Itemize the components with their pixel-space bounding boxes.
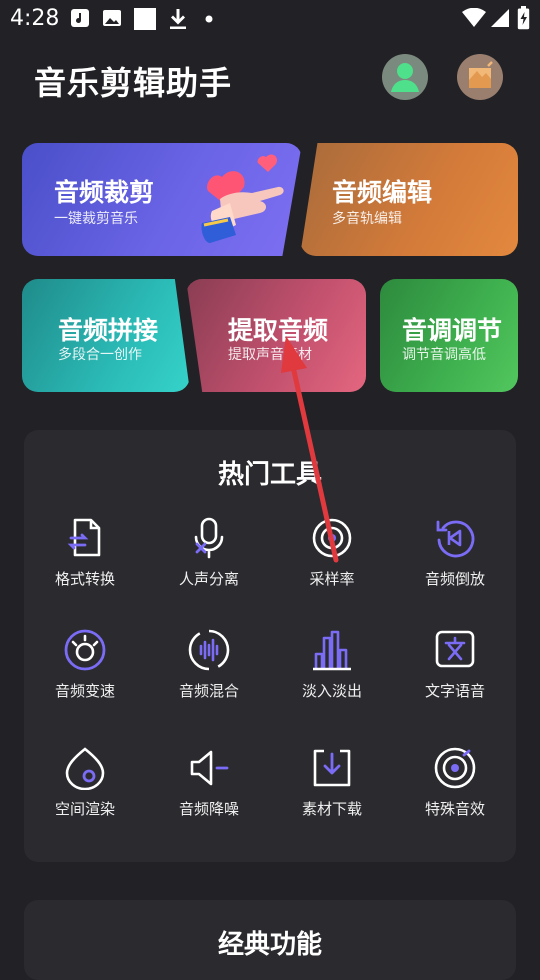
card-audio-trim[interactable]: 音频裁剪 一键裁剪音乐 xyxy=(22,143,302,256)
tool-spatial-render-label: 空间渲染 xyxy=(54,800,115,818)
text-to-speech-icon xyxy=(435,630,475,668)
tool-special-effects[interactable]: 特殊音效 xyxy=(395,746,515,846)
user-profile-button[interactable] xyxy=(382,54,428,100)
status-time: 4:28 xyxy=(10,6,60,31)
tool-denoise[interactable]: 音频降噪 xyxy=(149,746,269,846)
download-notification-icon xyxy=(170,9,186,29)
app-title: 音乐剪辑助手 xyxy=(34,64,233,102)
card-pitch-adjust-subtitle: 调节音调高低 xyxy=(402,347,486,363)
card-audio-edit-subtitle: 多音轨编辑 xyxy=(332,211,402,227)
card-audio-edit[interactable]: 音频编辑 多音轨编辑 xyxy=(300,143,518,256)
wifi-icon xyxy=(462,8,486,27)
card-extract-audio[interactable]: 提取音频 提取声音素材 xyxy=(186,279,366,392)
battery-charging-icon xyxy=(517,6,530,30)
download-icon xyxy=(313,749,351,787)
tool-fade[interactable]: 淡入淡出 xyxy=(272,628,392,728)
tool-fade-label: 淡入淡出 xyxy=(301,682,362,700)
card-audio-merge-title: 音频拼接 xyxy=(58,316,159,345)
denoise-icon xyxy=(190,750,229,786)
tool-vocal-separation[interactable]: 人声分离 xyxy=(149,516,269,616)
tool-spatial-render[interactable]: 空间渲染 xyxy=(25,746,145,846)
tool-audio-mix[interactable]: 音频混合 xyxy=(149,628,269,728)
fade-icon xyxy=(313,630,351,671)
card-extract-audio-subtitle: 提取声音素材 xyxy=(228,347,312,363)
tool-audio-speed-label: 音频变速 xyxy=(54,682,115,700)
tool-audio-reverse[interactable]: 音频倒放 xyxy=(395,516,515,616)
card-audio-trim-subtitle: 一键裁剪音乐 xyxy=(54,211,138,227)
card-audio-merge-subtitle: 多段合一创作 xyxy=(58,347,142,363)
tool-denoise-label: 音频降噪 xyxy=(178,800,239,818)
tool-sample-rate-label: 采样率 xyxy=(309,570,355,588)
tool-vocal-separation-label: 人声分离 xyxy=(178,570,239,588)
tool-material-download-label: 素材下载 xyxy=(301,800,362,818)
tool-audio-mix-label: 音频混合 xyxy=(178,682,239,700)
tool-sample-rate[interactable]: 采样率 xyxy=(272,516,392,616)
cellular-signal-icon xyxy=(491,9,509,27)
tool-format-convert[interactable]: 格式转换 xyxy=(25,516,145,616)
file-convert-icon xyxy=(67,518,101,557)
speed-icon xyxy=(64,629,106,671)
tool-audio-speed[interactable]: 音频变速 xyxy=(25,628,145,728)
card-audio-merge[interactable]: 音频拼接 多段合一创作 xyxy=(22,279,190,392)
heart-hand-icon xyxy=(201,154,284,243)
tool-text-to-speech[interactable]: 文字语音 xyxy=(395,628,515,728)
microphone-icon xyxy=(194,517,224,559)
vip-badge-icon xyxy=(469,61,493,88)
tool-text-to-speech-label: 文字语音 xyxy=(424,682,485,700)
blank-notification-icon xyxy=(134,8,156,30)
classic-functions-title: 经典功能 xyxy=(217,930,322,960)
sample-rate-icon xyxy=(312,518,352,558)
card-audio-edit-title: 音频编辑 xyxy=(332,178,433,207)
vip-button[interactable] xyxy=(457,54,503,100)
hot-tools-title: 热门工具 xyxy=(217,460,322,490)
tool-audio-reverse-label: 音频倒放 xyxy=(424,570,485,588)
card-pitch-adjust-title: 音调调节 xyxy=(402,316,503,345)
card-pitch-adjust[interactable]: 音调调节 调节音调高低 xyxy=(380,279,518,392)
status-bar: 4:28 xyxy=(0,0,540,38)
more-notifications-icon xyxy=(205,15,213,23)
tool-material-download[interactable]: 素材下载 xyxy=(272,746,392,846)
spatial-icon xyxy=(65,747,105,790)
user-avatar-icon xyxy=(391,63,419,92)
image-notification-icon xyxy=(103,10,121,26)
special-effect-icon xyxy=(434,747,476,789)
card-audio-trim-title: 音频裁剪 xyxy=(54,178,155,207)
card-extract-audio-title: 提取音频 xyxy=(228,316,329,345)
tool-format-convert-label: 格式转换 xyxy=(54,570,115,588)
mix-icon xyxy=(188,629,230,671)
reverse-play-icon xyxy=(436,520,475,558)
tool-special-effects-label: 特殊音效 xyxy=(424,800,485,818)
music-notification-icon xyxy=(71,9,89,27)
